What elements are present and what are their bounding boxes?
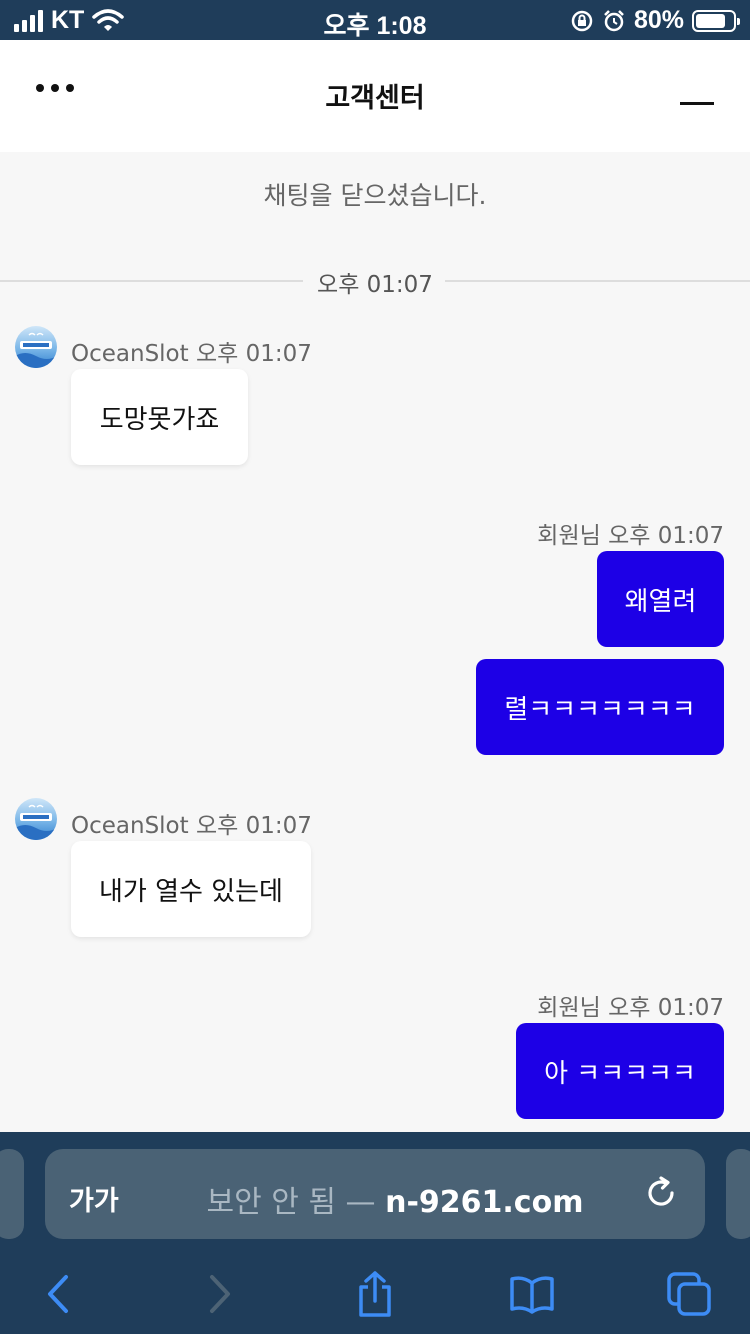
tabs-button[interactable]: [662, 1267, 716, 1321]
message-meta: OceanSlot 오후 01:07: [71, 341, 312, 367]
share-button[interactable]: [348, 1267, 402, 1321]
text-size-button[interactable]: 가가: [69, 1179, 119, 1218]
browser-toolbar: [0, 1257, 750, 1334]
message-meta: 회원님 오후 01:07: [537, 995, 724, 1021]
message-meta: 회원님 오후 01:07: [537, 523, 724, 549]
alarm-icon: [604, 9, 624, 31]
battery-fill: [696, 13, 725, 28]
time-divider: 오후 01:07: [0, 265, 750, 298]
chat-area[interactable]: 채팅을 닫으셨습니다. 오후 01:07 OceanSlot 오후 01:07 …: [0, 152, 750, 1132]
status-right: 80%: [570, 6, 740, 35]
forward-icon: [210, 1275, 230, 1313]
divider-line: [445, 280, 750, 282]
battery-percent: 80%: [633, 6, 684, 34]
chat-closed-notice: 채팅을 닫으셨습니다.: [263, 181, 487, 210]
outgoing-message[interactable]: 렬ㅋㅋㅋㅋㅋㅋㅋ: [476, 659, 724, 755]
next-tab-card[interactable]: [726, 1149, 750, 1239]
battery-icon: [692, 9, 740, 32]
avatar: [15, 798, 57, 840]
tabs-icon: [667, 1272, 711, 1316]
message-meta: OceanSlot 오후 01:07: [71, 813, 312, 839]
minimize-button[interactable]: [680, 102, 714, 105]
oceanslot-logo-icon: [15, 332, 57, 368]
domain-label: n-9261.com: [385, 1185, 584, 1220]
status-bar: KT 오후 1:08 80%: [0, 0, 750, 40]
previous-tab-card[interactable]: [0, 1149, 24, 1239]
outgoing-message[interactable]: 아 ㅋㅋㅋㅋㅋ: [516, 1023, 724, 1119]
screen: KT 오후 1:08 80% 고객센터 채팅을 닫으셨습니다. 오후 01:07…: [0, 0, 750, 1334]
page-title: 고객센터: [325, 83, 425, 114]
bookmarks-button[interactable]: [505, 1267, 559, 1321]
url-display[interactable]: 보안 안 됨 — n-9261.com: [145, 1177, 645, 1221]
incoming-message[interactable]: 도망못가죠: [71, 369, 248, 465]
chat-header: 고객센터: [0, 40, 750, 152]
divider-time: 오후 01:07: [317, 272, 433, 298]
avatar: [15, 326, 57, 368]
outgoing-message[interactable]: 왜열려: [597, 551, 724, 647]
incoming-message[interactable]: 내가 열수 있는데: [71, 841, 311, 937]
share-icon: [359, 1271, 391, 1317]
oceanslot-logo-icon: [15, 804, 57, 840]
browser-bar: 가가 보안 안 됨 — n-9261.com: [0, 1132, 750, 1334]
back-icon: [48, 1275, 68, 1313]
reload-icon[interactable]: [643, 1175, 679, 1211]
address-bar[interactable]: 가가 보안 안 됨 — n-9261.com: [45, 1149, 705, 1239]
forward-button[interactable]: [192, 1267, 246, 1321]
bookmarks-icon: [510, 1276, 554, 1314]
rotation-lock-icon: [571, 10, 593, 31]
insecure-label: 보안 안 됨 —: [206, 1185, 376, 1220]
back-button[interactable]: [32, 1267, 86, 1321]
